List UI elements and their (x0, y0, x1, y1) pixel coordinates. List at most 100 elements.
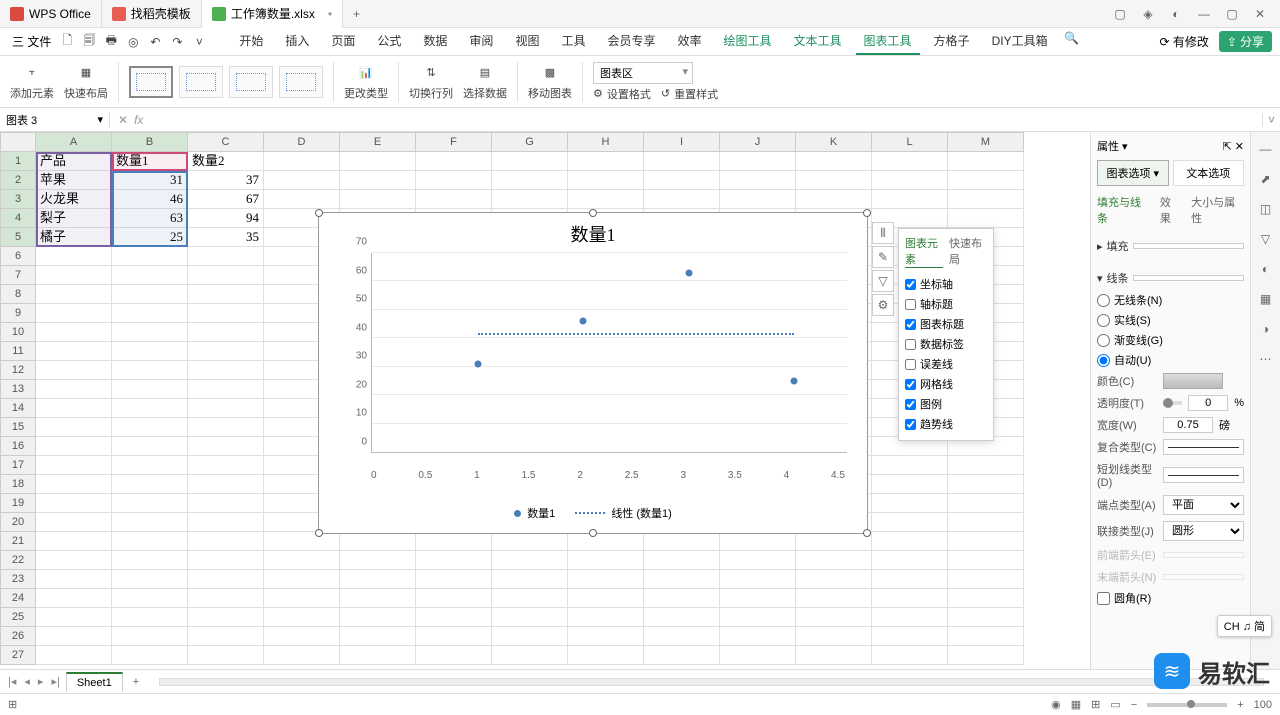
cell[interactable] (796, 152, 872, 171)
rowhead[interactable]: 8 (0, 285, 36, 304)
cell[interactable] (492, 589, 568, 608)
cell[interactable] (872, 171, 948, 190)
view-page-icon[interactable]: ▦ (1071, 698, 1081, 711)
cell[interactable] (36, 418, 112, 437)
layout-thumb-1[interactable] (129, 66, 173, 98)
cell[interactable] (644, 589, 720, 608)
cell[interactable] (416, 190, 492, 209)
avatar-icon[interactable]: ◐ (1168, 6, 1184, 22)
cell[interactable] (948, 627, 1024, 646)
cell[interactable] (112, 608, 188, 627)
rowhead[interactable]: 7 (0, 266, 36, 285)
cell[interactable] (188, 342, 264, 361)
sheet-tab-1[interactable]: Sheet1 (66, 672, 123, 692)
cell[interactable] (948, 190, 1024, 209)
cell[interactable] (36, 304, 112, 323)
popup-checkbox[interactable]: 趋势线 (905, 414, 987, 434)
tab-data[interactable]: 数据 (415, 28, 455, 55)
chart-settings-button[interactable]: ⚙ (872, 294, 894, 316)
cell[interactable] (568, 532, 644, 551)
cell[interactable] (36, 551, 112, 570)
cell[interactable] (948, 551, 1024, 570)
cell[interactable] (36, 513, 112, 532)
cell[interactable] (36, 361, 112, 380)
cell[interactable] (36, 589, 112, 608)
cell[interactable] (188, 399, 264, 418)
save-icon[interactable]: 🗋 (57, 32, 77, 52)
cell[interactable]: 苹果 (36, 171, 112, 190)
line-select[interactable] (1133, 275, 1244, 281)
cancel-icon[interactable]: ✕ (118, 113, 128, 127)
view-read-icon[interactable]: ▭ (1110, 698, 1120, 711)
cell[interactable] (36, 323, 112, 342)
cell[interactable] (340, 570, 416, 589)
cell[interactable] (112, 399, 188, 418)
cell[interactable] (112, 247, 188, 266)
rowhead[interactable]: 6 (0, 247, 36, 266)
transparency-slider[interactable] (1163, 401, 1182, 405)
preview-icon[interactable]: ◎ (123, 32, 143, 52)
cell[interactable] (796, 171, 872, 190)
tab-insert[interactable]: 插入 (277, 28, 317, 55)
tab-template[interactable]: 找稻壳模板 (102, 0, 202, 28)
compound-select[interactable] (1163, 439, 1244, 455)
cell[interactable] (796, 570, 872, 589)
popup-checkbox[interactable]: 误差线 (905, 354, 987, 374)
cell[interactable] (264, 532, 340, 551)
cell[interactable] (720, 551, 796, 570)
cell[interactable] (188, 513, 264, 532)
cell[interactable] (36, 475, 112, 494)
radio-no-line[interactable]: 无线条(N) (1097, 290, 1244, 310)
cell[interactable] (416, 570, 492, 589)
tab-tools[interactable]: 工具 (553, 28, 593, 55)
rowhead[interactable]: 20 (0, 513, 36, 532)
close-button[interactable]: ✕ (1252, 6, 1268, 22)
chart-handle[interactable] (589, 529, 597, 537)
radio-solid[interactable]: 实线(S) (1097, 310, 1244, 330)
cell[interactable] (872, 551, 948, 570)
cell[interactable] (188, 380, 264, 399)
cell[interactable] (36, 456, 112, 475)
cap-select[interactable]: 平面 (1163, 495, 1244, 515)
colhead-h[interactable]: H (568, 132, 644, 152)
close-icon[interactable]: • (328, 7, 332, 21)
cell[interactable] (188, 627, 264, 646)
cell[interactable] (720, 570, 796, 589)
color-picker[interactable] (1163, 373, 1223, 389)
cell[interactable] (188, 437, 264, 456)
cell[interactable] (36, 570, 112, 589)
cell[interactable] (872, 589, 948, 608)
cell[interactable] (644, 190, 720, 209)
cell[interactable] (264, 627, 340, 646)
strip-lock-icon[interactable]: ◐ (1257, 260, 1275, 278)
rowhead[interactable]: 27 (0, 646, 36, 665)
cell[interactable] (948, 475, 1024, 494)
cell[interactable] (568, 589, 644, 608)
chart-area-select[interactable]: 图表区 (593, 62, 693, 84)
cell[interactable] (796, 608, 872, 627)
cell[interactable] (948, 646, 1024, 665)
cell[interactable]: 67 (188, 190, 264, 209)
chart-handle[interactable] (863, 529, 871, 537)
sheet-next[interactable]: ▸ (36, 675, 46, 688)
tab-draw-tools[interactable]: 绘图工具 (716, 28, 780, 55)
cell[interactable] (264, 646, 340, 665)
popup-tab-elements[interactable]: 图表元素 (905, 235, 943, 268)
switch-rc-button[interactable]: ⇅切换行列 (409, 63, 453, 101)
strip-filter-icon[interactable]: ▽ (1257, 230, 1275, 248)
cell[interactable] (568, 627, 644, 646)
zoom-in[interactable]: + (1237, 699, 1243, 711)
cell[interactable] (568, 608, 644, 627)
cube-icon[interactable]: ◈ (1140, 6, 1156, 22)
cell[interactable] (872, 475, 948, 494)
sheet-first[interactable]: |◂ (6, 675, 18, 688)
tab-view[interactable]: 视图 (507, 28, 547, 55)
rowhead[interactable]: 24 (0, 589, 36, 608)
chart-handle[interactable] (315, 209, 323, 217)
strip-sheet-icon[interactable]: ▦ (1257, 290, 1275, 308)
maximize-button[interactable]: ▢ (1224, 6, 1240, 22)
cell[interactable]: 35 (188, 228, 264, 247)
cell[interactable] (492, 608, 568, 627)
tab-review[interactable]: 审阅 (461, 28, 501, 55)
sheet-prev[interactable]: ◂ (22, 675, 32, 688)
